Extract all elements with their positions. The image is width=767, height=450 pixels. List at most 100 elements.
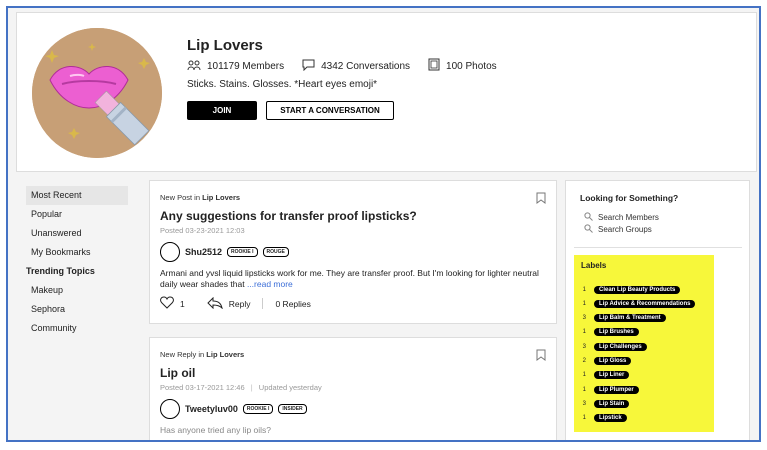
label-item[interactable]: 1 Lip Plumper xyxy=(582,386,639,394)
post-body: Has anyone tried any lip oils? xyxy=(160,425,272,435)
label-pill[interactable]: Lip Gloss xyxy=(594,357,632,365)
label-item[interactable]: 1 Lip Advice & Recommendations xyxy=(582,300,696,308)
label-pill[interactable]: Lipstick xyxy=(594,414,627,422)
post-author: Tweetyluv00 ROOKIE I INSIDER xyxy=(160,399,307,419)
group-description: Sticks. Stains. Glosses. *Heart eyes emo… xyxy=(187,79,378,90)
nav-unanswered[interactable]: Unanswered xyxy=(26,224,128,243)
reply-arrow-icon[interactable] xyxy=(207,296,223,311)
label-pill[interactable]: Lip Liner xyxy=(594,371,630,379)
heart-icon[interactable] xyxy=(160,296,174,311)
photos-count: 100 Photos xyxy=(446,60,497,72)
topic-community[interactable]: Community xyxy=(26,319,128,338)
group-header: Lip Lovers 101179 Members 4342 Conversat… xyxy=(16,12,757,172)
conversations-stat[interactable]: 4342 Conversations xyxy=(302,59,410,74)
label-item[interactable]: 1 Lip Liner xyxy=(582,371,630,379)
group-title: Lip Lovers xyxy=(187,37,263,54)
nav-my-bookmarks[interactable]: My Bookmarks xyxy=(26,243,128,262)
search-members-link[interactable]: Search Members xyxy=(584,212,659,223)
rank-badge: INSIDER xyxy=(278,404,307,414)
post-title[interactable]: Lip oil xyxy=(160,366,195,380)
post-date: Posted 03-17-2021 12:46 | Updated yester… xyxy=(160,383,322,392)
label-count: 1 xyxy=(582,287,586,293)
rank-badge: ROUGE xyxy=(262,247,289,257)
conversations-count: 4342 Conversations xyxy=(321,60,411,72)
author-avatar[interactable] xyxy=(160,399,180,419)
label-pill[interactable]: Lip Advice & Recommendations xyxy=(594,300,696,308)
start-conversation-button[interactable]: START A CONVERSATION xyxy=(266,101,394,120)
topic-makeup[interactable]: Makeup xyxy=(26,281,128,300)
topic-sephora[interactable]: Sephora xyxy=(26,300,128,319)
label-pill[interactable]: Lip Plumper xyxy=(594,386,639,394)
label-count: 1 xyxy=(582,329,586,335)
label-count: 1 xyxy=(582,372,586,378)
right-sidebar: Looking for Something? Search Members Se… xyxy=(565,180,750,440)
group-stats: 101179 Members 4342 Conversations 100 Ph… xyxy=(187,58,497,74)
photo-icon xyxy=(428,58,440,74)
label-count: 2 xyxy=(582,358,586,364)
sidebar-divider xyxy=(574,247,742,248)
search-icon xyxy=(584,212,593,223)
nav-most-recent[interactable]: Most Recent xyxy=(26,186,128,205)
post-type: New Post in Lip Lovers xyxy=(160,193,240,202)
label-item[interactable]: 1 Clean Lip Beauty Products xyxy=(582,286,681,294)
label-count: 3 xyxy=(582,315,586,321)
bookmark-icon[interactable] xyxy=(536,348,546,361)
label-pill[interactable]: Lip Balm & Treatment xyxy=(594,314,666,322)
divider xyxy=(262,298,264,309)
post-card: New Reply in Lip Lovers Lip oil Posted 0… xyxy=(149,337,557,440)
search-icon xyxy=(584,224,593,235)
search-members-label: Search Members xyxy=(598,213,659,222)
nav-popular[interactable]: Popular xyxy=(26,205,128,224)
replies-count[interactable]: 0 Replies xyxy=(275,299,310,309)
label-count: 3 xyxy=(582,344,586,350)
post-updated: Updated yesterday xyxy=(258,383,322,392)
label-count: 3 xyxy=(582,401,586,407)
search-groups-link[interactable]: Search Groups xyxy=(584,224,652,235)
author-name[interactable]: Shu2512 xyxy=(185,247,222,257)
reply-button[interactable]: Reply xyxy=(229,299,251,309)
labels-title: Labels xyxy=(581,261,607,270)
post-author: Shu2512 ROOKIE I ROUGE xyxy=(160,242,289,262)
trending-topics-heading: Trending Topics xyxy=(26,266,95,276)
post-type: New Reply in Lip Lovers xyxy=(160,350,244,359)
post-card: New Post in Lip Lovers Any suggestions f… xyxy=(149,180,557,324)
join-button[interactable]: JOIN xyxy=(187,101,257,120)
post-actions: 1 Reply 0 Replies xyxy=(160,296,311,311)
rank-badge: ROOKIE I xyxy=(242,404,274,414)
label-count: 1 xyxy=(582,387,586,393)
label-item[interactable]: 3 Lip Challenges xyxy=(582,343,647,351)
post-group-link[interactable]: Lip Lovers xyxy=(202,193,240,202)
left-nav: Most Recent Popular Unanswered My Bookma… xyxy=(26,186,128,338)
page-frame: Lip Lovers 101179 Members 4342 Conversat… xyxy=(6,6,761,442)
label-pill[interactable]: Clean Lip Beauty Products xyxy=(594,286,681,294)
bookmark-icon[interactable] xyxy=(536,191,546,204)
label-item[interactable]: 3 Lip Balm & Treatment xyxy=(582,314,666,322)
label-count: 1 xyxy=(582,301,586,307)
post-group-link[interactable]: Lip Lovers xyxy=(206,350,244,359)
label-pill[interactable]: Lip Brushes xyxy=(594,328,639,336)
read-more-link[interactable]: ...read more xyxy=(247,279,293,289)
members-stat[interactable]: 101179 Members xyxy=(187,59,284,74)
search-groups-label: Search Groups xyxy=(598,225,652,234)
author-avatar[interactable] xyxy=(160,242,180,262)
post-type-prefix: New Post in xyxy=(160,193,201,202)
author-name[interactable]: Tweetyluv00 xyxy=(185,404,238,414)
post-type-prefix: New Reply in xyxy=(160,350,205,359)
sidebar-title: Looking for Something? xyxy=(580,193,679,203)
post-body: Armani and yvsl liquid lipsticks work fo… xyxy=(160,268,545,291)
label-item[interactable]: 3 Lip Stain xyxy=(582,400,630,408)
label-item[interactable]: 1 Lipstick xyxy=(582,414,627,422)
like-count: 1 xyxy=(180,298,185,309)
photos-stat[interactable]: 100 Photos xyxy=(428,58,497,74)
post-body-text: Armani and yvsl liquid lipsticks work fo… xyxy=(160,268,539,290)
post-title[interactable]: Any suggestions for transfer proof lipst… xyxy=(160,209,417,223)
label-item[interactable]: 2 Lip Gloss xyxy=(582,357,632,365)
members-icon xyxy=(187,59,201,74)
post-date: Posted 03-23-2021 12:03 xyxy=(160,226,245,235)
speech-bubble-icon xyxy=(302,59,315,74)
label-pill[interactable]: Lip Stain xyxy=(594,400,630,408)
label-count: 1 xyxy=(582,415,586,421)
label-item[interactable]: 1 Lip Brushes xyxy=(582,328,639,336)
labels-panel: Labels 1 Clean Lip Beauty Products 1 Lip A… xyxy=(574,255,714,432)
label-pill[interactable]: Lip Challenges xyxy=(594,343,647,351)
